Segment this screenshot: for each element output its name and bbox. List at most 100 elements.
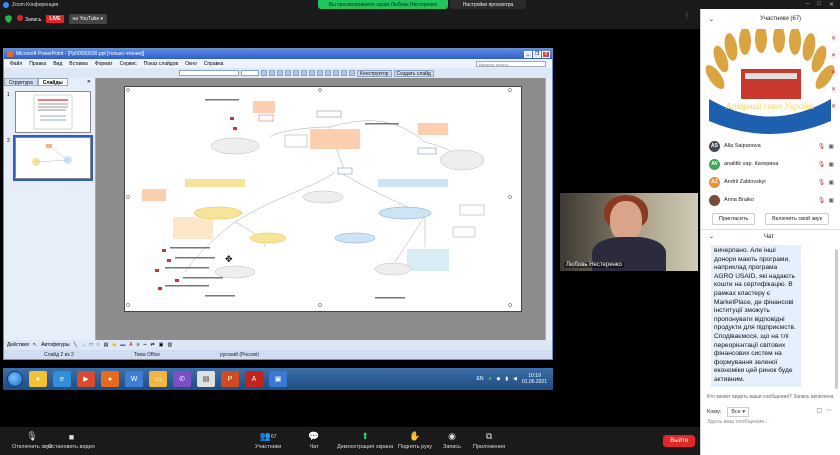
zoom-taskbar-icon[interactable]: ▣ <box>269 371 287 387</box>
record-button[interactable]: ◉ Запись <box>443 431 461 450</box>
menu-edit[interactable]: Правка <box>29 61 46 67</box>
stop-video-button[interactable]: ■ Остановить видео <box>48 431 95 451</box>
numbering-icon[interactable] <box>317 70 323 76</box>
tray-network-icon[interactable]: ▮ <box>505 376 508 382</box>
fill-color-icon[interactable]: ◆ <box>112 342 116 348</box>
more-icon[interactable]: ⋯ <box>826 407 832 414</box>
participant-row[interactable]: Anna Braiko 🎙 ▣ <box>701 191 840 209</box>
align-center-icon[interactable] <box>301 70 307 76</box>
participant-row[interactable]: AS Alla Saipanova 🎙 ▣ <box>701 137 840 155</box>
chat-collapse-icon[interactable]: ⌄ <box>709 233 714 240</box>
autoshapes-button[interactable]: Автофигуры <box>41 342 69 348</box>
unmute-myself-button[interactable]: Включить свой звук <box>765 213 830 225</box>
select-arrow-icon[interactable]: ↖ <box>33 342 37 348</box>
oval-tool-icon[interactable]: ○ <box>97 342 100 348</box>
chat-visibility-note[interactable]: Кто может видеть ваши сообщения? Запись … <box>707 394 833 400</box>
designer-button[interactable]: Конструктор <box>357 69 392 77</box>
firefox-icon[interactable]: ● <box>101 371 119 387</box>
underline-icon[interactable] <box>277 70 283 76</box>
explorer-icon[interactable]: ▭ <box>149 371 167 387</box>
collapse-chevron-icon[interactable]: ⌄ <box>709 16 714 23</box>
close-icon[interactable]: ✕ <box>829 1 834 8</box>
menu-slideshow[interactable]: Показ слайдов <box>144 61 178 67</box>
acrobat-icon[interactable]: A <box>245 371 263 387</box>
chat-input[interactable]: Здесь ваш сообщение... <box>707 419 769 425</box>
menu-service[interactable]: Сервис <box>120 61 137 67</box>
share-screen-button[interactable]: ⬆ Демонстрация экрана <box>337 431 393 450</box>
help-search-input[interactable]: Введите вопрос <box>476 60 546 67</box>
bold-icon[interactable] <box>261 70 267 76</box>
raise-hand-button[interactable]: ✋ Поднять руку <box>398 431 432 450</box>
participant-row[interactable]: AZ Andrii Zablovskyi 🎙 ▣ <box>701 173 840 191</box>
recipient-select[interactable]: Все ▾ <box>727 407 750 417</box>
bullets-icon[interactable] <box>325 70 331 76</box>
participants-button[interactable]: 👥 67 Участники <box>255 431 281 450</box>
file-icon[interactable]: ▢ <box>816 407 822 414</box>
pane-close-icon[interactable]: ✕ <box>83 78 95 86</box>
textbox-tool-icon[interactable]: ▤ <box>104 342 109 348</box>
align-left-icon[interactable] <box>293 70 299 76</box>
folder-icon[interactable]: ▤ <box>197 371 215 387</box>
slide-vertical-scrollbar[interactable] <box>545 78 552 340</box>
maximize-icon[interactable]: □ <box>817 1 821 8</box>
tray-shield-icon[interactable]: ◆ <box>496 376 500 382</box>
menu-view[interactable]: Вид <box>53 61 62 67</box>
decrease-font-icon[interactable] <box>333 70 339 76</box>
tab-slides[interactable]: Слайды <box>37 78 68 86</box>
ppt-minimize-icon[interactable]: _ <box>524 50 532 58</box>
line-color-icon[interactable]: ▬ <box>120 342 125 348</box>
shadow-icon[interactable] <box>285 70 291 76</box>
arrow-tool-icon[interactable]: → <box>81 342 86 348</box>
line-tool-icon[interactable]: ╲ <box>74 342 77 348</box>
line-style-icon[interactable]: ≡ <box>137 342 140 348</box>
mute-button[interactable]: 🎙 Отключить звук <box>12 431 52 450</box>
3d-style-icon[interactable]: ▥ <box>167 342 172 348</box>
invite-button[interactable]: Пригласить <box>711 213 756 225</box>
start-button-icon[interactable] <box>7 371 23 387</box>
ppt-restore-icon[interactable]: ❐ <box>533 50 541 58</box>
menu-format[interactable]: Формат <box>95 61 113 67</box>
viber-icon[interactable]: ✆ <box>173 371 191 387</box>
chrome-icon[interactable]: ● <box>29 371 47 387</box>
slide-thumbnail-1[interactable] <box>15 91 91 133</box>
leave-button[interactable]: Выйти <box>663 435 695 447</box>
ppt-close-icon[interactable]: x <box>542 50 550 58</box>
word-icon[interactable]: W <box>125 371 143 387</box>
new-slide-button[interactable]: Создать слайд <box>393 69 434 77</box>
size-box[interactable] <box>241 70 259 76</box>
apps-button[interactable]: ⧉ Приложения <box>473 431 505 450</box>
italic-icon[interactable] <box>269 70 275 76</box>
slide-thumbnail-2[interactable] <box>13 135 93 181</box>
recording-indicator[interactable]: Запись <box>17 15 41 23</box>
youtube-stream-button[interactable]: на YouTube ▾ <box>68 14 108 24</box>
shield-icon[interactable] <box>5 15 12 23</box>
arrow-style-icon[interactable]: ⇄ <box>151 342 155 348</box>
tab-structure[interactable]: Структура <box>4 78 38 86</box>
tray-green-icon[interactable]: ● <box>488 376 491 382</box>
shadow-style-icon[interactable]: ▣ <box>159 342 164 348</box>
dash-style-icon[interactable]: ┅ <box>144 342 147 348</box>
increase-font-icon[interactable] <box>341 70 347 76</box>
chat-button[interactable]: 💬 Чат <box>308 431 320 450</box>
view-options-button[interactable]: Настройки просмотра <box>450 0 526 9</box>
chat-scrollbar[interactable] <box>835 249 838 389</box>
draw-actions-button[interactable]: Действия <box>7 342 29 348</box>
menu-file[interactable]: Файл <box>10 61 22 67</box>
powerpoint-taskbar-icon[interactable]: P <box>221 371 239 387</box>
ie-icon[interactable]: e <box>53 371 71 387</box>
speaker-video[interactable]: Любовь Нестеренко <box>560 193 698 271</box>
language-indicator[interactable]: EN <box>477 376 484 382</box>
menu-insert[interactable]: Вставка <box>69 61 88 67</box>
participant-row[interactable]: AV analitik vap. Катерина 🎙 ▣ <box>701 155 840 173</box>
font-color-icon[interactable] <box>349 70 355 76</box>
media-player-icon[interactable]: ▶ <box>77 371 95 387</box>
taskbar-clock[interactable]: 10:19 01.06.2021 <box>522 373 547 385</box>
menu-help[interactable]: Справка <box>204 61 224 67</box>
minimize-icon[interactable]: – <box>806 1 809 8</box>
font-color-draw-icon[interactable]: A <box>129 342 132 348</box>
current-slide[interactable]: ✥ <box>124 83 522 312</box>
rectangle-tool-icon[interactable]: □ <box>90 342 93 348</box>
menu-window[interactable]: Окно <box>185 61 197 67</box>
tray-volume-icon[interactable]: ◀ <box>513 376 517 382</box>
panel-toggle-icon[interactable]: ⋮ <box>684 12 694 24</box>
